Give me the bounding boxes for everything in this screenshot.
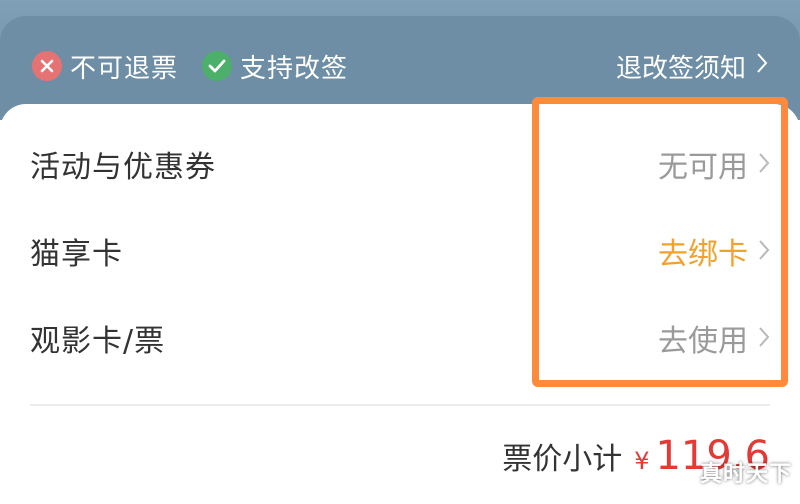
watermark: 真时天下 [699, 462, 792, 487]
not-refundable-notice: 不可退票 [32, 48, 178, 85]
check-circle-icon [202, 51, 233, 81]
currency-symbol: ¥ [634, 447, 650, 475]
orange-highlight-box [532, 97, 788, 387]
row-coupons-label: 活动与优惠券 [30, 150, 216, 185]
divider [30, 404, 770, 406]
subtotal-label: 票价小计 [502, 442, 623, 477]
not-refundable-label: 不可退票 [70, 53, 179, 84]
refund-policy-bar: 不可退票 支持改签 退改签须知 [32, 48, 768, 84]
row-movie-card-label: 观影卡/票 [30, 324, 166, 359]
refund-policy-link-label: 退改签须知 [615, 53, 746, 84]
chevron-right-icon [756, 51, 768, 81]
refund-policy-link[interactable]: 退改签须知 [616, 48, 768, 85]
supports-change-notice: 支持改签 [202, 48, 348, 85]
x-circle-icon [32, 51, 62, 81]
supports-change-label: 支持改签 [240, 53, 349, 84]
row-member-card-label: 猫享卡 [30, 237, 123, 272]
